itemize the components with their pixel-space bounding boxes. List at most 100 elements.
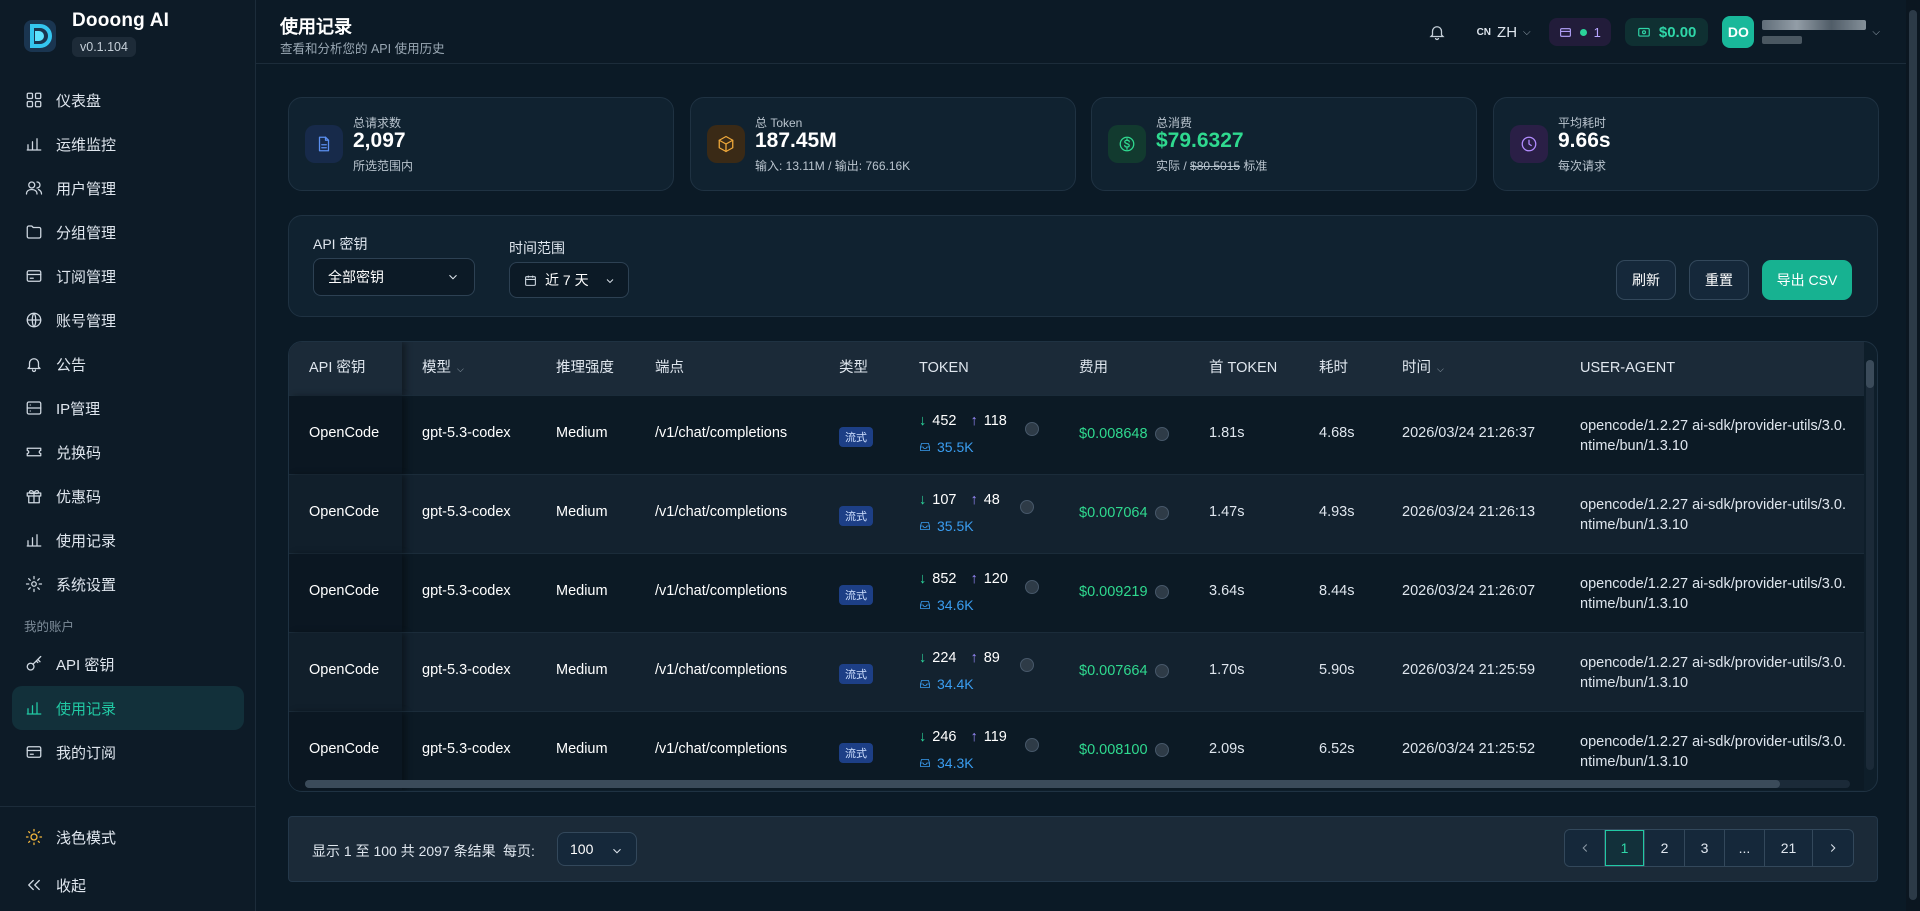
table-row[interactable]: OpenCode gpt-5.3-codex Medium/v1/chat/comp… [289, 711, 1864, 790]
nav-label: IP管理 [56, 400, 101, 418]
cost-info-icon[interactable] [1155, 506, 1169, 520]
cache-tokens-value: 35.5K [937, 518, 974, 534]
pager: 1 2 3 ... 21 [1564, 829, 1854, 867]
output-tokens: 119 [983, 729, 1007, 745]
duration-cell: 4.93s [1319, 504, 1355, 520]
balance-badge[interactable]: $0.00 [1624, 18, 1709, 46]
token-cell: ↓ 852 ↑ 120 [919, 571, 1008, 587]
api-key-cell: OpenCode [309, 425, 380, 441]
table-header: API 密钥 模型 ⌵ 推理强度 端点 类型 TOKEN 费用 首 TOKEN 耗… [289, 342, 1864, 395]
time-cell: 2026/03/24 21:25:52 [1402, 741, 1536, 757]
cost-info-icon[interactable] [1155, 664, 1169, 678]
page-button[interactable]: 2 [1645, 830, 1685, 866]
bell-icon [24, 354, 44, 374]
stat-value: 187.45M [755, 129, 837, 152]
bar-chart-icon [24, 134, 44, 154]
endpoint-cell: /v1/chat/completions [655, 741, 788, 757]
clock-icon [1510, 125, 1548, 163]
page-button[interactable]: 1 [1605, 830, 1645, 866]
nav-item-accounts[interactable]: 账号管理 [12, 298, 244, 342]
output-tokens: 48 [983, 492, 1000, 508]
column-header-label: 模型 [422, 360, 451, 376]
nav-item-coupons[interactable]: 优惠码 [12, 474, 244, 518]
model-cell: gpt-5.3-codex [422, 662, 511, 678]
table-row[interactable]: OpenCode gpt-5.3-codex Medium/v1/chat/comp… [289, 474, 1864, 553]
cache-tokens-value: 34.6K [937, 597, 974, 613]
type-badge: 流式 [839, 743, 873, 763]
column-header: 推理强度 [556, 360, 614, 376]
table-vertical-scrollbar[interactable] [1866, 360, 1874, 770]
collapse-button[interactable]: 收起 [12, 863, 244, 907]
subscription-badge[interactable]: 1 [1548, 18, 1611, 46]
results-info: 显示 1 至 100 共 2097 条结果 [312, 843, 496, 859]
gift-icon [24, 486, 44, 506]
document-icon [305, 125, 343, 163]
table-row[interactable]: OpenCode gpt-5.3-codex Medium/v1/chat/comp… [289, 395, 1864, 474]
per-page-select[interactable]: 100 [557, 832, 637, 866]
nav-item-ip[interactable]: IP管理 [12, 386, 244, 430]
cost-info-icon[interactable] [1155, 743, 1169, 757]
reset-button[interactable]: 重置 [1689, 260, 1749, 300]
per-page-value: 100 [570, 841, 594, 857]
nav-item-my-subscriptions[interactable]: 我的订阅 [12, 730, 244, 774]
token-info-icon[interactable] [1025, 738, 1039, 752]
nav-item-redeem[interactable]: 兑换码 [12, 430, 244, 474]
cache-tokens: 34.3K [919, 755, 974, 771]
notifications-bell-icon[interactable] [1425, 20, 1449, 44]
prev-page-button[interactable] [1565, 830, 1605, 866]
time-range-value: 近 7 天 [545, 272, 589, 288]
language-switcher[interactable]: CN ZH ⌵ [1477, 24, 1531, 41]
token-info-icon[interactable] [1020, 658, 1034, 672]
cost-info-icon[interactable] [1155, 427, 1169, 441]
token-info-icon[interactable] [1020, 500, 1034, 514]
chevron-down-icon[interactable]: ⌵ [1872, 27, 1880, 38]
nav-item-usage-records[interactable]: 使用记录 [12, 686, 244, 730]
table-row[interactable]: OpenCode gpt-5.3-codex Medium/v1/chat/comp… [289, 632, 1864, 711]
api-key-select[interactable]: 全部密钥 [313, 258, 475, 296]
cache-tokens: 35.5K [919, 439, 974, 455]
refresh-button[interactable]: 刷新 [1616, 260, 1676, 300]
nav-item-subscriptions[interactable]: 订阅管理 [12, 254, 244, 298]
theme-toggle[interactable]: 浅色模式 [12, 815, 244, 859]
nav-item-announcements[interactable]: 公告 [12, 342, 244, 386]
stat-sub-suffix: 标准 [1240, 159, 1268, 173]
server-icon [24, 398, 44, 418]
input-tokens: 107 [932, 492, 957, 508]
time-range-select[interactable]: 近 7 天 [509, 262, 629, 298]
nav-item-usage-admin[interactable]: 使用记录 [12, 518, 244, 562]
flag-cn: CN [1476, 26, 1492, 38]
nav-item-dashboard[interactable]: 仪表盘 [12, 78, 244, 122]
time-cell: 2026/03/24 21:25:59 [1402, 662, 1536, 678]
globe-icon [24, 310, 44, 330]
cache-tokens-value: 34.3K [937, 755, 974, 771]
table-row[interactable]: OpenCode gpt-5.3-codex Medium/v1/chat/comp… [289, 553, 1864, 632]
user-name-blurred[interactable] [1762, 20, 1867, 44]
column-header-model[interactable]: 模型 ⌵ [422, 342, 464, 395]
table-horizontal-scrollbar[interactable] [305, 780, 1850, 788]
dollar-icon [1108, 125, 1146, 163]
bar-chart-icon [24, 698, 44, 718]
avatar[interactable]: DO [1722, 16, 1755, 48]
export-csv-button[interactable]: 导出 CSV [1762, 260, 1852, 300]
column-header-time[interactable]: 时间 ⌵ [1402, 342, 1444, 395]
nav-item-api-keys[interactable]: API 密钥 [12, 642, 244, 686]
cache-icon [920, 443, 930, 451]
next-page-button[interactable] [1813, 830, 1853, 866]
page-vertical-scrollbar[interactable] [1906, 0, 1920, 911]
folder-icon [24, 222, 44, 242]
token-cell: ↓ 246 ↑ 119 [919, 729, 1007, 745]
page-button[interactable]: 21 [1765, 830, 1813, 866]
arrow-down-icon: ↓ [919, 571, 927, 587]
token-info-icon[interactable] [1025, 422, 1039, 436]
token-info-icon[interactable] [1025, 580, 1039, 594]
effort-cell: Medium [556, 504, 608, 520]
cost-cell: $0.007664 [1079, 663, 1148, 679]
arrow-up-icon: ↑ [970, 413, 978, 429]
page-button[interactable]: 3 [1685, 830, 1725, 866]
cost-info-icon[interactable] [1155, 585, 1169, 599]
nav-item-users[interactable]: 用户管理 [12, 166, 244, 210]
nav-item-ops-monitor[interactable]: 运维监控 [12, 122, 244, 166]
nav-label: 运维监控 [56, 136, 117, 154]
nav-item-groups[interactable]: 分组管理 [12, 210, 244, 254]
nav-item-settings[interactable]: 系统设置 [12, 562, 244, 606]
